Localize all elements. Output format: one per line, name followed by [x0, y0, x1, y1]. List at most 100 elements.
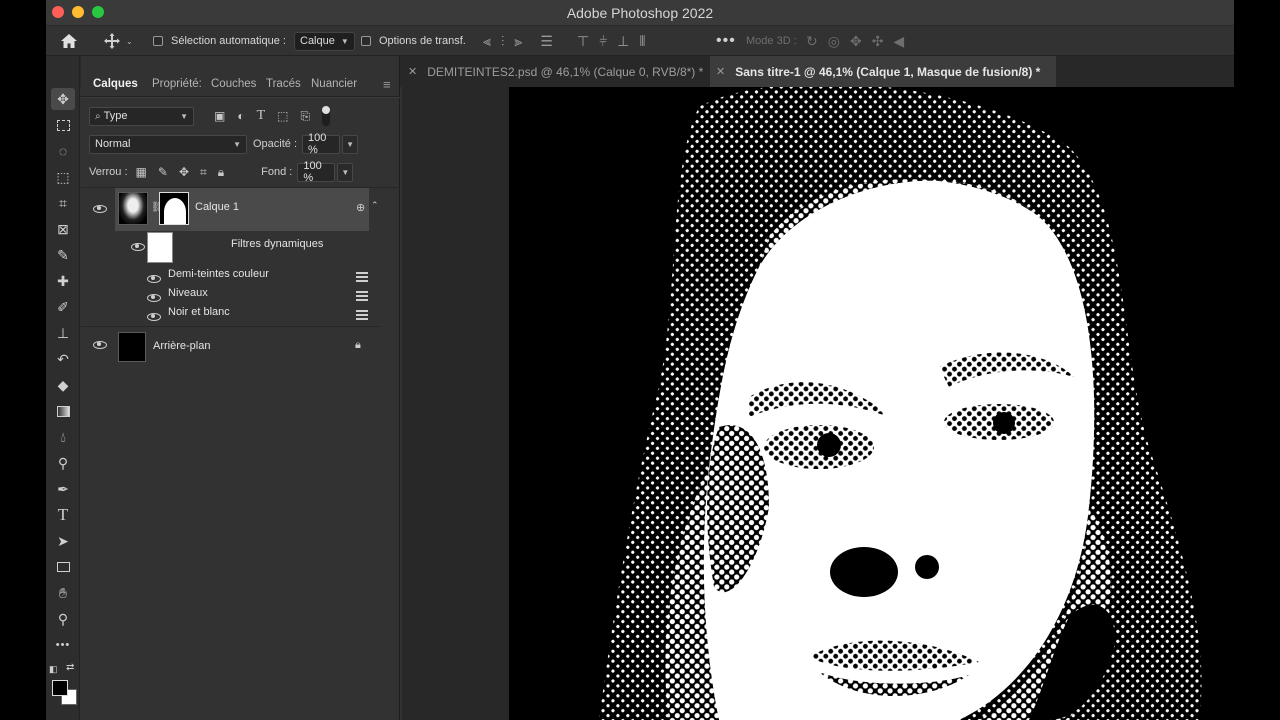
filter-noir-et-blanc[interactable]: Noir et blanc	[168, 306, 368, 318]
filter-blending-options-icon[interactable]	[356, 271, 368, 282]
auto-select-dropdown[interactable]: Calque ▼	[294, 31, 355, 51]
tab-nuancier[interactable]: Nuancier	[311, 71, 357, 97]
zoom-tool[interactable]: ⚲	[51, 608, 75, 630]
align-bottom-icon[interactable]: ⊥	[617, 33, 629, 50]
more-options-icon[interactable]: •••	[716, 32, 736, 50]
opacity-stepper[interactable]: ▼	[342, 134, 359, 154]
3d-scale-icon[interactable]: ◀	[893, 33, 904, 50]
lock-transparency-icon[interactable]: ▦	[136, 165, 147, 179]
filter-eye-icon[interactable]	[147, 313, 161, 321]
opacity-input[interactable]: 100 %	[302, 132, 341, 156]
marquee-icon	[56, 119, 70, 131]
dodge-tool[interactable]: ⚲	[51, 452, 75, 474]
3d-pan-icon[interactable]: ✥	[850, 33, 862, 50]
align-hcenter-icon[interactable]: ⫶	[501, 33, 505, 50]
blend-mode-dropdown[interactable]: Normal ▼	[89, 134, 247, 154]
lock-all-icon[interactable]: 🔒︎	[218, 165, 224, 180]
filter-demi-teintes[interactable]: Demi-teintes couleur	[168, 268, 368, 280]
move-tool-preset-button[interactable]: ⌄	[104, 26, 133, 56]
align-top-icon[interactable]: ⊤	[577, 33, 589, 50]
history-brush-tool[interactable]: ↶	[51, 348, 75, 370]
distribute-horizontal-icon[interactable]: ⦀	[639, 33, 645, 50]
document-pasteboard[interactable]	[402, 87, 1234, 720]
brush-tool[interactable]: ✐	[51, 296, 75, 318]
filter-adjustment-icon[interactable]: ◐	[237, 109, 244, 123]
tab-couches[interactable]: Couches	[211, 71, 256, 97]
tab-demiteintes[interactable]: ✕ DEMITEINTES2.psd @ 46,1% (Calque 0, RV…	[402, 56, 706, 87]
home-icon	[61, 34, 77, 48]
smart-filters-eye-icon[interactable]	[131, 243, 145, 251]
lasso-tool[interactable]: ◌	[51, 140, 75, 162]
blur-tool[interactable]: 💧︎	[51, 426, 75, 448]
auto-select-value: Calque	[300, 35, 335, 47]
filter-eye-icon[interactable]	[147, 275, 161, 283]
layers-list: ⛓︎ Calque 1 ⊕ ⌃ Filtres dynamiques Demi-…	[81, 188, 400, 368]
filter-blending-options-icon[interactable]	[356, 309, 368, 320]
fill-stepper[interactable]: ▼	[337, 162, 354, 182]
hand-tool[interactable]: ✋︎	[51, 582, 75, 604]
collapse-effects-icon[interactable]: ⌃	[371, 200, 379, 211]
layer-filter-dropdown[interactable]: ⌕ Type ▼	[89, 106, 194, 126]
gradient-tool[interactable]	[51, 400, 75, 422]
edit-toolbar-button[interactable]: •••	[51, 634, 75, 656]
clone-stamp-tool[interactable]: ⊥	[51, 322, 75, 344]
close-tab-icon[interactable]: ✕	[716, 65, 725, 78]
smart-object-icon: ⊕	[356, 202, 366, 214]
panel-menu-icon[interactable]: ≡	[383, 71, 391, 97]
gradient-icon	[56, 405, 70, 417]
filter-type-icon[interactable]: T	[257, 108, 266, 124]
marquee-tool[interactable]	[51, 114, 75, 136]
path-selection-tool[interactable]: ➤	[51, 530, 75, 552]
filter-blending-options-icon[interactable]	[356, 290, 368, 301]
foreground-color-swatch[interactable]	[52, 680, 68, 696]
pen-tool[interactable]: ✒	[51, 478, 75, 500]
filter-shape-icon[interactable]: ⬚	[277, 109, 288, 123]
layer-mask-thumbnail[interactable]	[159, 192, 189, 225]
type-tool[interactable]: T	[51, 504, 75, 526]
3d-orbit-icon[interactable]: ↻	[806, 33, 818, 50]
align-left-icon[interactable]: ⫷	[483, 33, 491, 50]
filter-toggle-switch[interactable]	[322, 106, 331, 126]
fill-input[interactable]: 100 %	[297, 160, 336, 184]
frame-icon: ⊠	[57, 220, 69, 237]
transform-controls-checkbox[interactable]	[361, 36, 371, 46]
filter-eye-icon[interactable]	[147, 294, 161, 302]
tab-sans-titre[interactable]: ✕ Sans titre-1 @ 46,1% (Calque 1, Masque…	[710, 56, 1056, 87]
layer-row-arriere-plan[interactable]: Arrière-plan 🔒︎	[115, 329, 369, 365]
lasso-icon: ◌	[58, 143, 68, 159]
lock-position-icon[interactable]: ✥	[179, 165, 189, 179]
eraser-tool[interactable]: ◆	[51, 374, 75, 396]
healing-brush-tool[interactable]: ✚	[51, 270, 75, 292]
align-vcenter-icon[interactable]: ⫩	[599, 33, 607, 50]
auto-select-checkbox[interactable]	[153, 36, 163, 46]
photoshop-window: Adobe Photoshop 2022 ⌄ Sélection automat…	[46, 0, 1234, 720]
distribute-vertical-icon[interactable]: ☰	[540, 33, 553, 50]
visibility-eye-icon[interactable]	[93, 205, 107, 213]
document-canvas[interactable]	[509, 87, 1234, 720]
dodge-icon: ⚲	[57, 454, 69, 471]
smart-filter-mask-thumbnail[interactable]	[147, 232, 173, 263]
visibility-eye-icon[interactable]	[93, 341, 107, 349]
rectangle-tool[interactable]	[51, 556, 75, 578]
align-right-icon[interactable]: ⫸	[514, 33, 522, 50]
crop-tool[interactable]: ⌗	[51, 192, 75, 214]
filter-niveaux[interactable]: Niveaux	[168, 287, 368, 299]
close-tab-icon[interactable]: ✕	[408, 65, 417, 78]
3d-roll-icon[interactable]: ◎	[828, 33, 840, 50]
layer-row-calque-1[interactable]: ⛓︎ Calque 1 ⊕	[115, 188, 369, 231]
object-selection-tool[interactable]: ⬚	[51, 166, 75, 188]
bandage-icon: ✚	[57, 272, 69, 289]
home-button[interactable]	[60, 26, 78, 56]
eyedropper-tool[interactable]: ✎	[51, 244, 75, 266]
move-tool[interactable]: ✥	[51, 88, 75, 110]
tab-calques[interactable]: Calques	[93, 71, 138, 97]
frame-tool[interactable]: ⊠	[51, 218, 75, 240]
lock-artboard-icon[interactable]: ⌗	[200, 165, 207, 180]
tab-proprietes[interactable]: Propriété:	[152, 71, 202, 97]
filter-smart-object-icon[interactable]: ⎘	[301, 109, 311, 124]
swap-colors-icon[interactable]: ⇄	[66, 662, 74, 673]
lock-image-icon[interactable]: ✎	[158, 165, 168, 179]
3d-slide-icon[interactable]: ✣	[872, 33, 884, 50]
filter-pixel-icon[interactable]: ▣	[214, 109, 225, 123]
tab-traces[interactable]: Tracés	[266, 71, 301, 97]
